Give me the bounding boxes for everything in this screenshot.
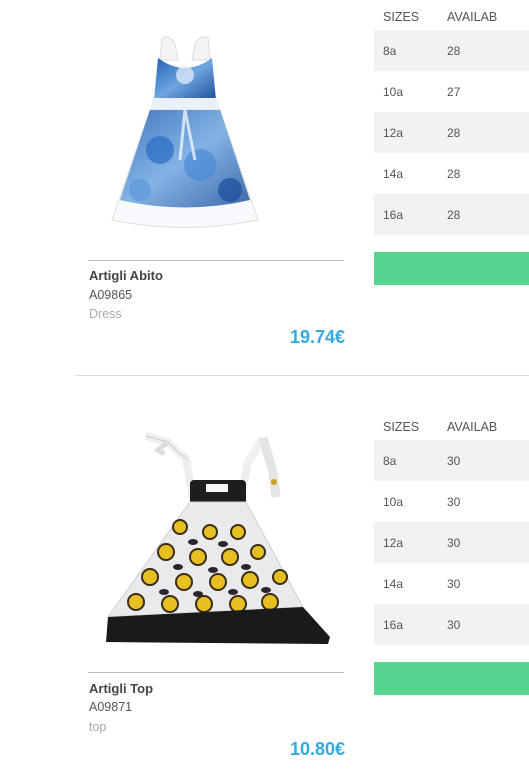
table-body: 8a 30 10a 30 12a 30 14a 30 16a 30: [374, 440, 529, 645]
product-name[interactable]: Artigli Top: [89, 681, 153, 696]
size-cell: 14a: [383, 576, 404, 591]
size-cell: 12a: [383, 535, 404, 550]
size-cell: 8a: [383, 453, 397, 468]
qty-cell: 30: [447, 617, 461, 632]
product-price: 10.80€: [289, 739, 345, 759]
add-to-cart-button[interactable]: [374, 662, 529, 695]
sizes-header: SIZES: [383, 420, 420, 434]
product-code: A09871: [89, 700, 133, 714]
size-cell: 10a: [383, 494, 404, 509]
size-availability-table: SIZES AVAILAB 8a 30 10a 30 12a 30 14a 30 16a…: [374, 414, 529, 645]
product-category: top: [89, 720, 107, 734]
qty-cell: 30: [447, 453, 461, 468]
qty-cell: 30: [447, 494, 461, 509]
table-row: 16a 30: [374, 604, 529, 645]
qty-cell: 30: [447, 535, 461, 550]
table-row: 10a 30: [374, 481, 529, 522]
size-cell: 16a: [383, 617, 404, 632]
table-row: 12a 30: [374, 522, 529, 563]
table-header: SIZES AVAILAB: [374, 414, 529, 440]
qty-cell: 30: [447, 576, 461, 591]
product-card-2: Artigli Top A09871 top 10.80€ SIZES AVAI…: [0, 0, 529, 770]
available-header: AVAILAB: [447, 420, 498, 434]
top-image[interactable]: [98, 432, 338, 652]
table-row: 14a 30: [374, 563, 529, 604]
product-divider: [88, 672, 344, 673]
table-row: 8a 30: [374, 440, 529, 481]
